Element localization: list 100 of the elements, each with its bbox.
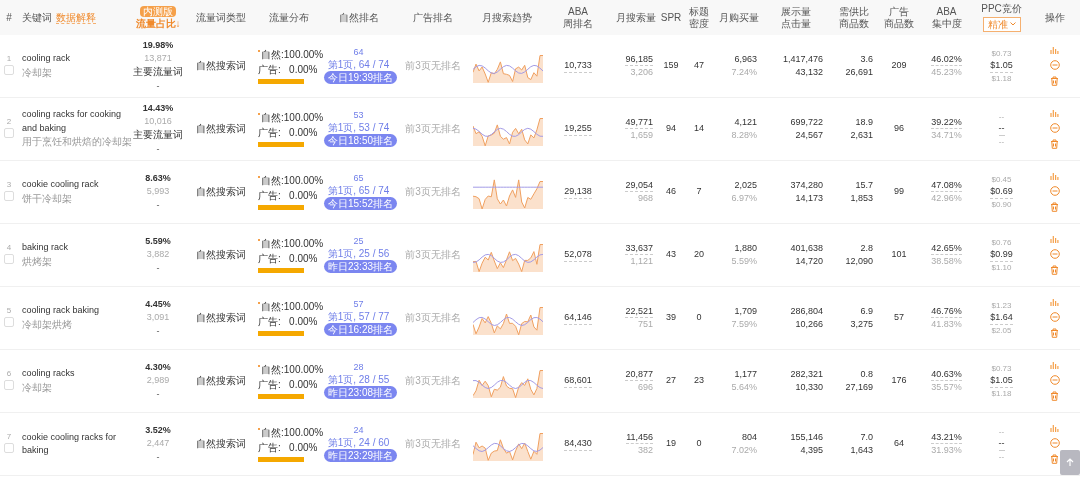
keyword-link[interactable]: cooling rack	[22, 52, 128, 66]
traffic-note: -	[155, 324, 161, 338]
row-checkbox[interactable]	[4, 64, 14, 75]
search-sub-value: 3,206	[629, 66, 653, 80]
traffic-note: -	[155, 198, 161, 212]
impressions: 1,417,476	[781, 52, 823, 66]
keyword-link[interactable]: cooling rack baking	[22, 304, 128, 318]
ppc-bid: $0.99	[990, 248, 1013, 262]
minus-circle-icon[interactable]	[1049, 438, 1060, 448]
ppc-bid: $1.64	[990, 311, 1013, 325]
bar-chart-icon[interactable]	[1050, 235, 1059, 243]
demand-supply-ratio: 2.8	[859, 241, 873, 255]
spr-value: 159	[663, 60, 679, 71]
minus-circle-icon[interactable]	[1049, 312, 1060, 322]
keyword-translation: 饼干冷却架	[22, 191, 73, 206]
title-density: 23	[694, 375, 704, 386]
bar-chart-icon[interactable]	[1050, 424, 1059, 432]
traffic-note: -	[155, 387, 161, 401]
traffic-count: 13,871	[143, 52, 173, 66]
ad-share: 广告: 0.00%	[258, 188, 318, 203]
row-number: 5	[5, 305, 13, 317]
minus-circle-icon[interactable]	[1049, 249, 1060, 259]
rank-position: 25	[352, 235, 365, 248]
row-checkbox[interactable]	[4, 442, 14, 453]
natural-share: 自然:100.00%	[261, 363, 324, 377]
bar-chart-icon[interactable]	[1050, 46, 1059, 54]
ppc-high: $1.10	[990, 261, 1013, 274]
rank-page: 第1页, 65 / 74	[326, 184, 391, 198]
keyword-link[interactable]: baking rack	[22, 241, 128, 255]
rank-position: 64	[352, 46, 365, 59]
column-header: 操作	[1044, 11, 1065, 23]
keyword-link[interactable]: cooling racks	[22, 367, 128, 381]
trash-icon[interactable]	[1050, 454, 1059, 464]
ppc-low: $0.73	[990, 47, 1013, 60]
ad-product-count: 96	[894, 123, 904, 134]
clicks: 14,720	[794, 255, 823, 268]
product-count: 3,275	[849, 318, 873, 331]
row-checkbox[interactable]	[4, 253, 14, 264]
column-header: 月搜索趋势	[482, 11, 532, 23]
keyword-link[interactable]: cookie cooling rack	[22, 178, 128, 192]
clicks: 14,173	[794, 192, 823, 205]
trash-icon[interactable]	[1050, 76, 1059, 86]
rank-time-badge: 今日16:28排名	[324, 323, 398, 337]
bar-chart-icon[interactable]	[1050, 109, 1059, 117]
trash-icon[interactable]	[1050, 265, 1059, 275]
ppc-high: $1.18	[990, 387, 1013, 400]
monthly-purchases: 1,177	[733, 367, 757, 381]
row-number: 7	[5, 431, 13, 443]
keyword-link[interactable]: cooling racks for cooking and baking	[22, 108, 128, 136]
bar-chart-icon[interactable]	[1050, 298, 1059, 306]
scroll-top-button[interactable]	[1060, 450, 1080, 475]
keyword-type: 自然搜索词	[196, 311, 246, 323]
traffic-note: -	[155, 142, 161, 156]
ad-product-count: 64	[894, 438, 904, 449]
title-density: 0	[696, 312, 702, 323]
search-sub-value: 968	[636, 192, 653, 206]
title-density: 0	[696, 438, 702, 449]
natural-share: 自然:100.00%	[261, 48, 324, 62]
trash-icon[interactable]	[1050, 202, 1059, 212]
row-checkbox[interactable]	[4, 316, 14, 327]
natural-share: 自然:100.00%	[261, 237, 324, 251]
spr-value: 19	[666, 438, 676, 449]
bar-chart-icon[interactable]	[1050, 361, 1059, 369]
ppc-high: $1.18	[990, 72, 1013, 85]
keyword-link[interactable]: cookie cooling racks for baking	[22, 430, 128, 458]
ppc-bid: $0.69	[990, 185, 1013, 199]
concentration-sub: 42.96%	[930, 192, 963, 206]
row-checkbox[interactable]	[4, 127, 14, 138]
ppc-low: $0.76	[990, 236, 1013, 249]
clicks: 43,132	[794, 66, 823, 79]
traffic-share: 4.30%	[144, 361, 172, 375]
trash-icon[interactable]	[1050, 139, 1059, 149]
aba-rank: 84,430	[564, 437, 592, 451]
ad-share: 广告: 0.00%	[258, 125, 318, 140]
product-count: 27,169	[844, 381, 873, 394]
trash-icon[interactable]	[1050, 391, 1059, 401]
monthly-search: 96,185	[625, 52, 653, 67]
row-checkbox[interactable]	[4, 379, 14, 390]
monthly-purchases: 1,709	[733, 304, 757, 318]
monthly-search: 22,521	[625, 304, 653, 319]
column-header: 自然排名	[338, 11, 379, 23]
monthly-purchases: 804	[740, 430, 757, 444]
trash-icon[interactable]	[1050, 328, 1059, 338]
traffic-tag: 主要流量词	[132, 128, 184, 143]
row-checkbox[interactable]	[4, 190, 14, 201]
bar-chart-icon[interactable]	[1050, 172, 1059, 180]
monthly-search: 20,877	[625, 367, 653, 382]
minus-circle-icon[interactable]	[1049, 186, 1060, 196]
demand-supply-ratio: 6.9	[859, 304, 873, 318]
rank-page: 第1页, 25 / 56	[326, 247, 391, 261]
minus-circle-icon[interactable]	[1049, 375, 1060, 385]
ad-rank: 前3页无排名	[405, 311, 461, 323]
ad-rank: 前3页无排名	[405, 122, 461, 134]
demand-supply-ratio: 0.8	[859, 367, 873, 381]
monthly-purchases: 4,121	[733, 115, 757, 129]
minus-circle-icon[interactable]	[1049, 60, 1060, 70]
purchase-rate: 7.59%	[730, 318, 757, 331]
natural-share: 自然:100.00%	[261, 300, 324, 314]
minus-circle-icon[interactable]	[1049, 123, 1060, 133]
chevron-down-icon	[1009, 22, 1016, 27]
